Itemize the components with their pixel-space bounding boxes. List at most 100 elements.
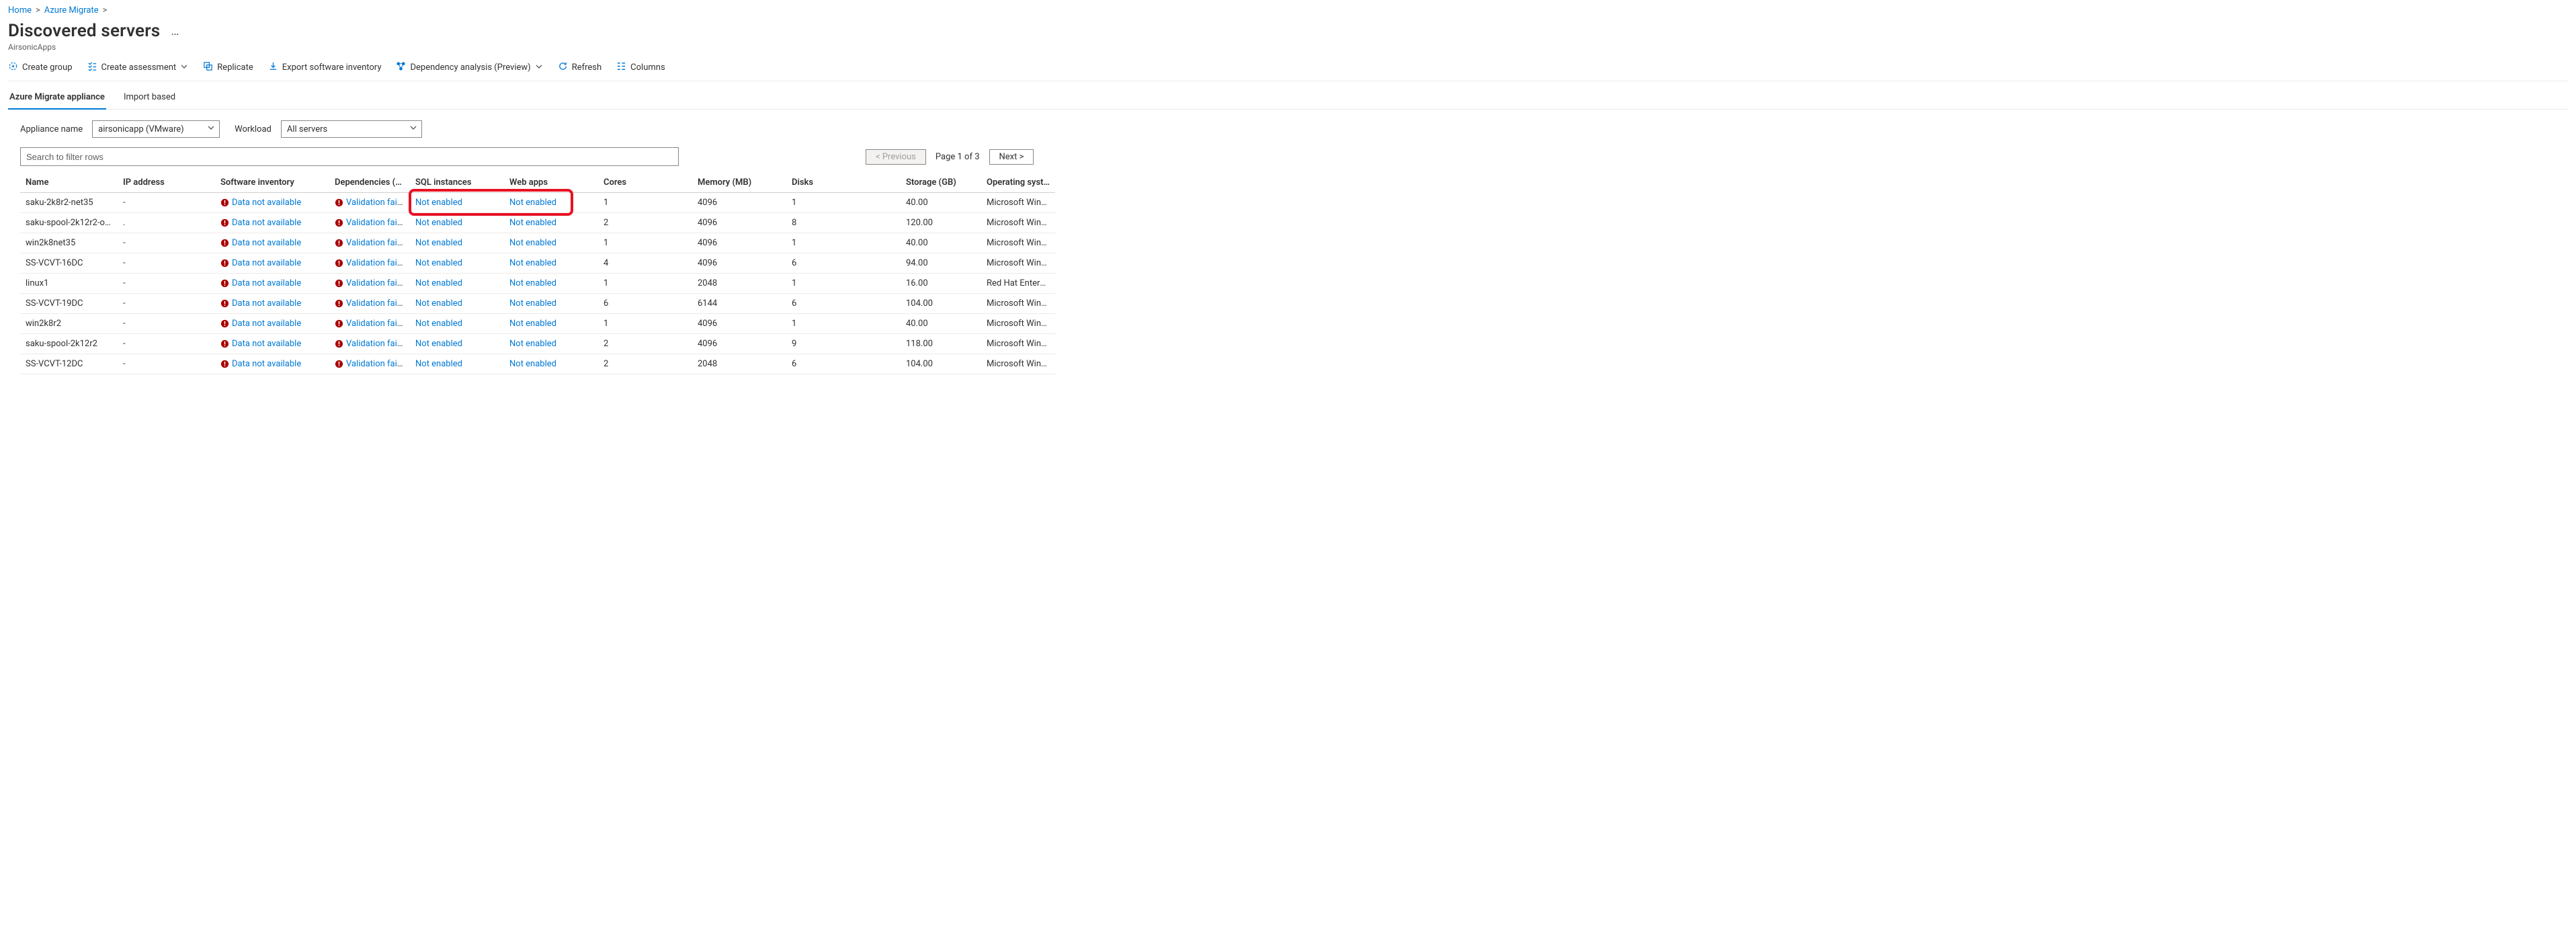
tab-azure-migrate-appliance[interactable]: Azure Migrate appliance [8, 87, 106, 109]
col-ip-address[interactable]: IP address [118, 173, 215, 193]
software-inventory-link[interactable]: Data not available [232, 258, 301, 268]
cell-web-apps[interactable]: Not enabled [504, 213, 598, 233]
sql-instances-link[interactable]: Not enabled [415, 339, 462, 349]
dependency-analysis-button[interactable]: Dependency analysis (Preview) [396, 61, 542, 74]
cell-dependencies[interactable]: Validation failed [329, 193, 410, 213]
sql-instances-link[interactable]: Not enabled [415, 298, 462, 309]
table-row[interactable]: linux1-Data not availableValidation fail… [20, 274, 1055, 294]
cell-software-inventory[interactable]: Data not available [215, 233, 329, 253]
table-row[interactable]: saku-spool-2k12r2-o….Data not availableV… [20, 213, 1055, 233]
cell-sql-instances[interactable]: Not enabled [410, 193, 504, 213]
workload-dropdown[interactable]: All servers [281, 120, 422, 138]
web-apps-link[interactable]: Not enabled [509, 258, 556, 268]
sql-instances-link[interactable]: Not enabled [415, 359, 462, 369]
software-inventory-link[interactable]: Data not available [232, 298, 301, 309]
sql-instances-link[interactable]: Not enabled [415, 258, 462, 268]
cell-dependencies[interactable]: Validation failed [329, 334, 410, 354]
search-input[interactable] [20, 147, 679, 166]
software-inventory-link[interactable]: Data not available [232, 218, 301, 228]
software-inventory-link[interactable]: Data not available [232, 359, 301, 369]
web-apps-link[interactable]: Not enabled [509, 319, 556, 329]
col-sql-instances[interactable]: SQL instances [410, 173, 504, 193]
dependencies-link[interactable]: Validation failed [346, 198, 409, 208]
dependencies-link[interactable]: Validation failed [346, 359, 409, 369]
web-apps-link[interactable]: Not enabled [509, 278, 556, 288]
cell-dependencies[interactable]: Validation failed [329, 253, 410, 274]
cell-sql-instances[interactable]: Not enabled [410, 354, 504, 374]
cell-dependencies[interactable]: Validation failed [329, 274, 410, 294]
create-group-button[interactable]: Create group [8, 61, 73, 74]
cell-software-inventory[interactable]: Data not available [215, 213, 329, 233]
col-os[interactable]: Operating system [981, 173, 1055, 193]
cell-dependencies[interactable]: Validation failed [329, 314, 410, 334]
cell-dependencies[interactable]: Validation failed [329, 233, 410, 253]
appliance-name-dropdown[interactable]: airsonicapp (VMware) [92, 120, 220, 138]
col-dependencies[interactable]: Dependencies (Age… [329, 173, 410, 193]
web-apps-link[interactable]: Not enabled [509, 359, 556, 369]
dependencies-link[interactable]: Validation failed [346, 258, 409, 268]
col-web-apps[interactable]: Web apps [504, 173, 598, 193]
software-inventory-link[interactable]: Data not available [232, 278, 301, 288]
refresh-button[interactable]: Refresh [558, 61, 601, 74]
dependencies-link[interactable]: Validation failed [346, 218, 409, 228]
table-row[interactable]: SS-VCVT-19DC-Data not availableValidatio… [20, 294, 1055, 314]
cell-software-inventory[interactable]: Data not available [215, 274, 329, 294]
table-row[interactable]: saku-spool-2k12r2-Data not availableVali… [20, 334, 1055, 354]
table-row[interactable]: saku-2k8r2-net35-Data not availableValid… [20, 193, 1055, 213]
web-apps-link[interactable]: Not enabled [509, 218, 556, 228]
sql-instances-link[interactable]: Not enabled [415, 238, 462, 248]
cell-web-apps[interactable]: Not enabled [504, 253, 598, 274]
more-actions-button[interactable]: … [168, 24, 181, 38]
sql-instances-link[interactable]: Not enabled [415, 278, 462, 288]
web-apps-link[interactable]: Not enabled [509, 339, 556, 349]
dependencies-link[interactable]: Validation failed [346, 238, 409, 248]
sql-instances-link[interactable]: Not enabled [415, 198, 462, 208]
cell-web-apps[interactable]: Not enabled [504, 233, 598, 253]
breadcrumb-home[interactable]: Home [8, 5, 32, 15]
software-inventory-link[interactable]: Data not available [232, 198, 301, 208]
cell-web-apps[interactable]: Not enabled [504, 274, 598, 294]
cell-software-inventory[interactable]: Data not available [215, 314, 329, 334]
dependencies-link[interactable]: Validation failed [346, 278, 409, 288]
cell-software-inventory[interactable]: Data not available [215, 193, 329, 213]
web-apps-link[interactable]: Not enabled [509, 198, 556, 208]
cell-web-apps[interactable]: Not enabled [504, 334, 598, 354]
dependencies-link[interactable]: Validation failed [346, 298, 409, 309]
col-cores[interactable]: Cores [598, 173, 692, 193]
cell-web-apps[interactable]: Not enabled [504, 193, 598, 213]
table-row[interactable]: win2k8r2-Data not availableValidation fa… [20, 314, 1055, 334]
web-apps-link[interactable]: Not enabled [509, 238, 556, 248]
table-row[interactable]: SS-VCVT-12DC-Data not availableValidatio… [20, 354, 1055, 374]
cell-sql-instances[interactable]: Not enabled [410, 334, 504, 354]
software-inventory-link[interactable]: Data not available [232, 238, 301, 248]
col-software-inventory[interactable]: Software inventory [215, 173, 329, 193]
cell-sql-instances[interactable]: Not enabled [410, 314, 504, 334]
software-inventory-link[interactable]: Data not available [232, 319, 301, 329]
col-memory[interactable]: Memory (MB) [692, 173, 786, 193]
sql-instances-link[interactable]: Not enabled [415, 319, 462, 329]
previous-page-button[interactable]: < Previous [866, 149, 926, 165]
table-row[interactable]: SS-VCVT-16DC-Data not availableValidatio… [20, 253, 1055, 274]
cell-sql-instances[interactable]: Not enabled [410, 233, 504, 253]
cell-software-inventory[interactable]: Data not available [215, 354, 329, 374]
web-apps-link[interactable]: Not enabled [509, 298, 556, 309]
col-storage[interactable]: Storage (GB) [901, 173, 981, 193]
cell-software-inventory[interactable]: Data not available [215, 334, 329, 354]
col-disks[interactable]: Disks [786, 173, 901, 193]
replicate-button[interactable]: Replicate [203, 61, 253, 74]
export-software-inventory-button[interactable]: Export software inventory [268, 61, 382, 74]
cell-dependencies[interactable]: Validation failed [329, 213, 410, 233]
cell-software-inventory[interactable]: Data not available [215, 253, 329, 274]
tab-import-based[interactable]: Import based [122, 87, 177, 109]
software-inventory-link[interactable]: Data not available [232, 339, 301, 349]
cell-web-apps[interactable]: Not enabled [504, 294, 598, 314]
next-page-button[interactable]: Next > [989, 149, 1034, 165]
cell-sql-instances[interactable]: Not enabled [410, 213, 504, 233]
breadcrumb-azure-migrate[interactable]: Azure Migrate [44, 5, 99, 15]
cell-sql-instances[interactable]: Not enabled [410, 253, 504, 274]
cell-web-apps[interactable]: Not enabled [504, 314, 598, 334]
cell-software-inventory[interactable]: Data not available [215, 294, 329, 314]
cell-dependencies[interactable]: Validation failed [329, 354, 410, 374]
dependencies-link[interactable]: Validation failed [346, 339, 409, 349]
cell-sql-instances[interactable]: Not enabled [410, 294, 504, 314]
